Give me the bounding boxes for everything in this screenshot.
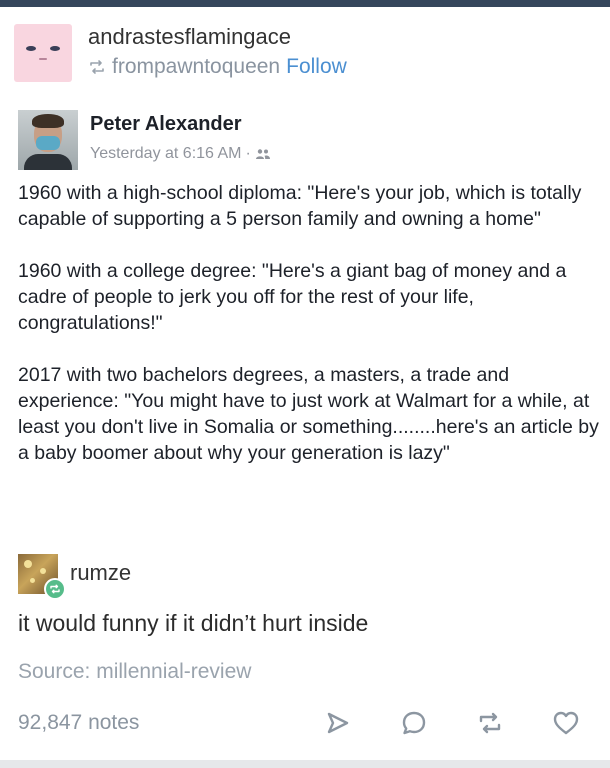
avatar-mouth xyxy=(39,58,47,60)
reblog-badge-icon xyxy=(44,578,66,600)
reblog-commenter: rumze xyxy=(14,550,414,600)
follow-button[interactable]: Follow xyxy=(286,55,347,79)
facebook-timestamp: Yesterday at 6:16 AM xyxy=(90,145,242,162)
reply-button[interactable] xyxy=(398,707,430,739)
post-paragraph: 2017 with two bachelors degrees, a maste… xyxy=(18,364,599,464)
reblog-comment: it would funny if it didn’t hurt inside xyxy=(18,610,369,636)
share-button[interactable] xyxy=(322,707,354,739)
post-source[interactable]: Source: millennial-review xyxy=(18,660,251,684)
like-icon xyxy=(553,711,579,735)
facebook-post-body: 1960 with a high-school diploma: "Here's… xyxy=(18,180,600,492)
post-paragraph: 1960 with a high-school diploma: "Here's… xyxy=(18,182,582,230)
reblog-button[interactable] xyxy=(474,707,506,739)
facebook-author-name: Peter Alexander xyxy=(90,113,242,135)
facebook-author-avatar xyxy=(18,110,78,170)
bottom-edge xyxy=(0,760,610,768)
post-header: andrastesflamingace frompawntoqueen Foll… xyxy=(14,24,594,84)
notes-count[interactable]: 92,847 notes xyxy=(18,711,139,735)
share-icon xyxy=(327,712,349,734)
reblog-source-line: frompawntoqueen Follow xyxy=(88,55,347,79)
reblog-icon xyxy=(479,712,501,734)
facebook-post-screenshot: Peter Alexander Yesterday at 6:16 AM · 1… xyxy=(14,105,599,535)
blog-avatar[interactable] xyxy=(14,24,72,82)
blog-name[interactable]: andrastesflamingace xyxy=(88,24,291,50)
top-bar xyxy=(0,0,610,7)
avatar-eye-right xyxy=(50,46,60,51)
reblog-small-icon xyxy=(90,60,104,74)
meta-separator: · xyxy=(245,145,251,162)
facebook-post-meta: Yesterday at 6:16 AM · xyxy=(90,145,271,163)
like-button[interactable] xyxy=(550,707,582,739)
reply-icon xyxy=(402,711,426,735)
commenter-username[interactable]: rumze xyxy=(70,560,131,586)
avatar-eye-left xyxy=(26,46,36,51)
post-paragraph: 1960 with a college degree: "Here's a gi… xyxy=(18,260,567,334)
friends-audience-icon xyxy=(255,149,270,159)
post-footer: 92,847 notes xyxy=(14,705,594,745)
reblogged-from-name[interactable]: frompawntoqueen xyxy=(112,55,280,79)
